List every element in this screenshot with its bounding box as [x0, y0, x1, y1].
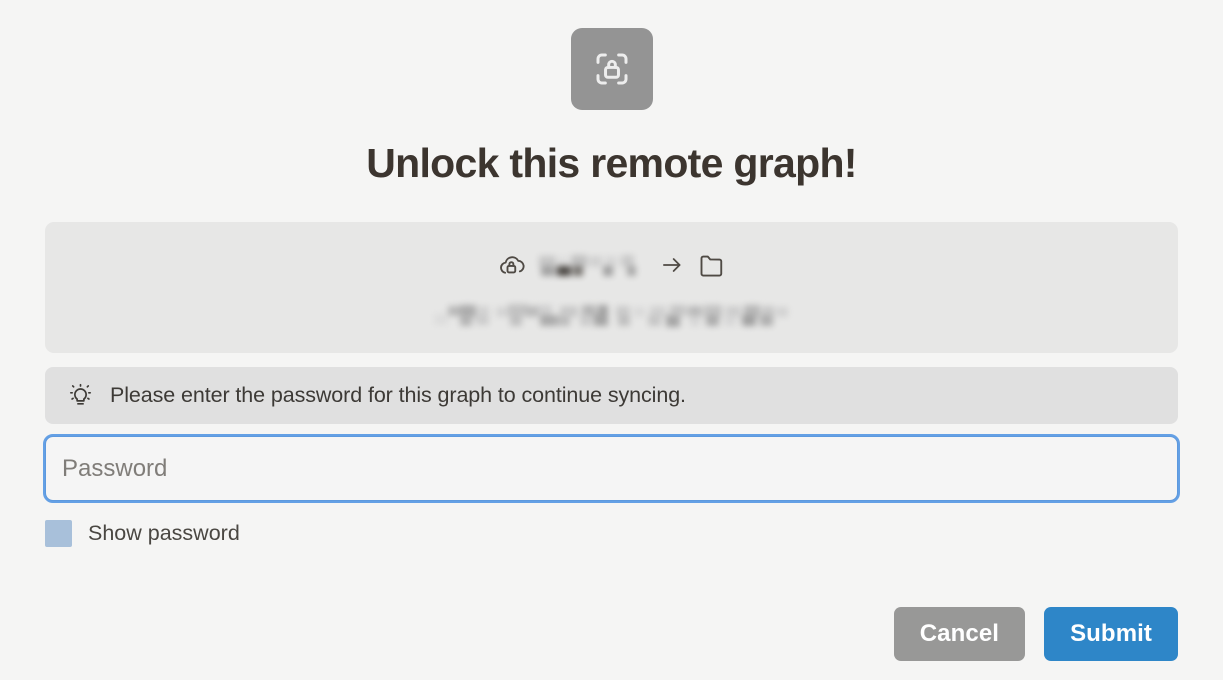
password-hint-bar: Please enter the password for this graph…	[45, 367, 1178, 425]
password-field-wrap	[43, 434, 1180, 504]
show-password-label: Show password	[88, 520, 240, 545]
page-title: Unlock this remote graph!	[366, 140, 857, 186]
arrow-right-icon	[659, 252, 685, 278]
unlock-graph-dialog: Unlock this remote graph! Please enter t…	[0, 0, 1223, 680]
show-password-row: Show password	[45, 519, 1178, 547]
cloud-lock-icon	[497, 250, 527, 280]
graph-info-panel	[45, 222, 1178, 354]
folder-icon	[697, 250, 727, 280]
hint-text: Please enter the password for this graph…	[110, 383, 686, 408]
header-icon-container	[45, 28, 1178, 110]
cancel-button[interactable]: Cancel	[893, 607, 1026, 661]
password-input[interactable]	[43, 434, 1180, 504]
source-graph-name-redacted	[538, 254, 647, 276]
sync-pair-row	[497, 248, 727, 282]
submit-button[interactable]: Submit	[1044, 607, 1178, 661]
scan-lock-icon	[570, 28, 653, 110]
lightbulb-icon	[67, 382, 94, 409]
show-password-checkbox[interactable]	[45, 519, 72, 547]
dialog-actions: Cancel Submit	[45, 607, 1178, 661]
graph-detail-redacted	[433, 303, 790, 327]
graph-detail-row	[433, 302, 790, 328]
